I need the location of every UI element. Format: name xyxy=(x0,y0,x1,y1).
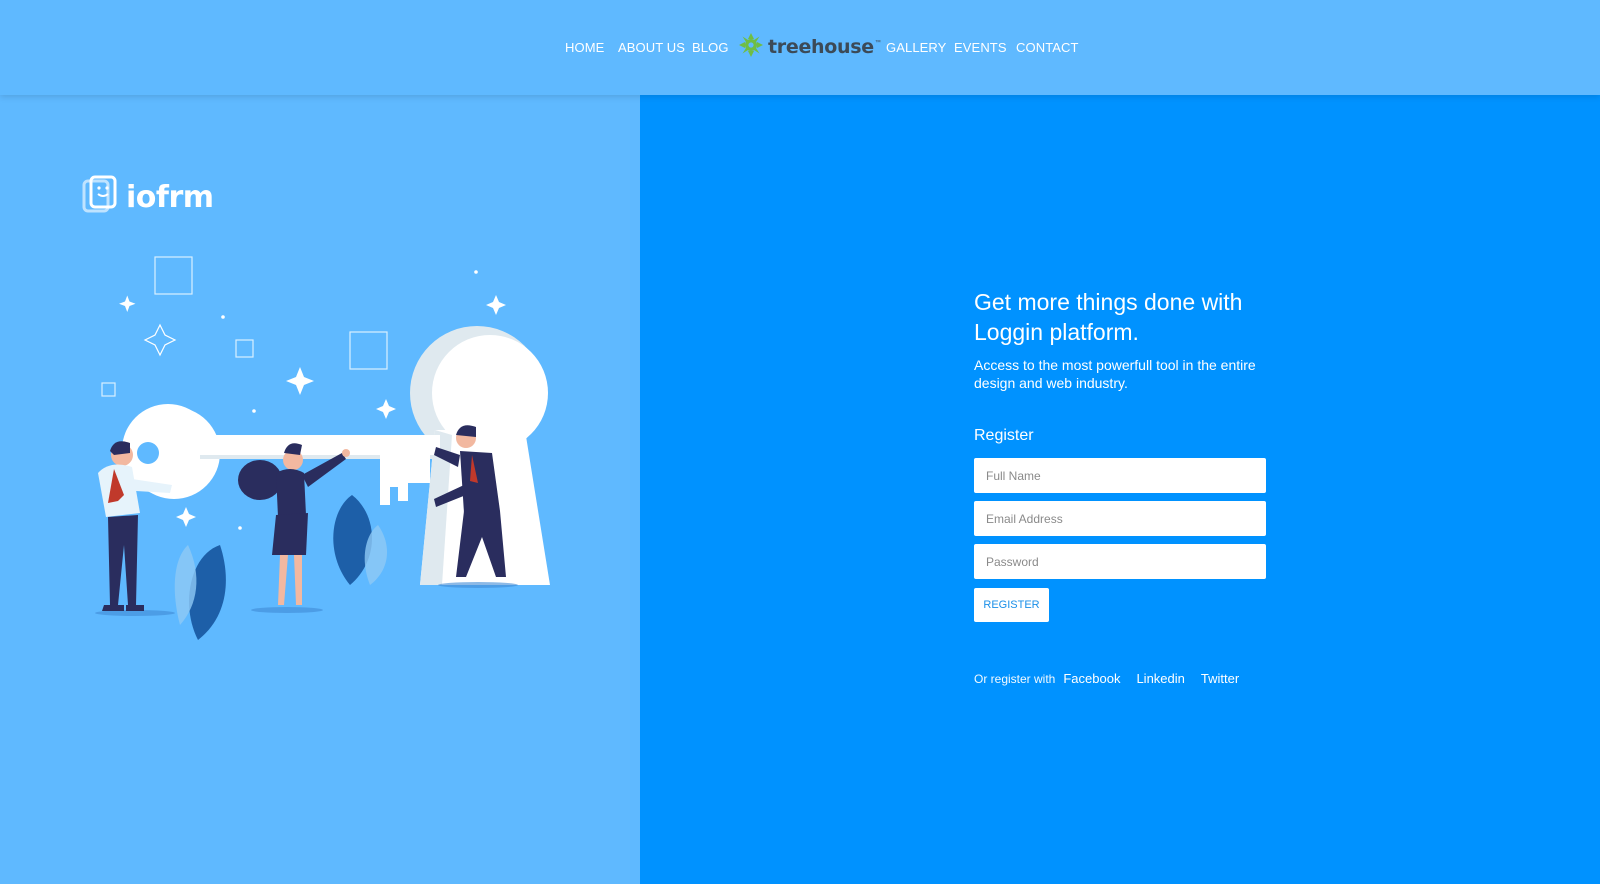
iofrm-logo-text: iofrm xyxy=(126,180,214,215)
treehouse-logo[interactable]: treehouse ™ xyxy=(738,32,881,62)
brand-trademark: ™ xyxy=(874,40,881,46)
brand-name: treehouse xyxy=(768,36,874,58)
key-illustration xyxy=(80,255,560,660)
nav-blog[interactable]: BLOG xyxy=(692,40,729,55)
register-form: Get more things done with Loggin platfor… xyxy=(974,287,1266,686)
linkedin-link[interactable]: Linkedin xyxy=(1136,671,1184,686)
twitter-link[interactable]: Twitter xyxy=(1201,671,1239,686)
iofrm-logo-icon xyxy=(82,175,120,220)
form-subline: Access to the most powerfull tool in the… xyxy=(974,357,1256,391)
social-prefix-text: Or register with xyxy=(974,671,1056,686)
left-panel: iofrm xyxy=(0,95,640,884)
treehouse-leaf-icon xyxy=(738,32,764,63)
form-title: Register xyxy=(974,427,1034,444)
nav-contact[interactable]: CONTACT xyxy=(1016,40,1079,55)
nav-home[interactable]: HOME xyxy=(565,40,604,55)
facebook-link[interactable]: Facebook xyxy=(1063,671,1120,686)
nav-gallery[interactable]: GALLERY xyxy=(886,40,946,55)
email-field[interactable] xyxy=(974,501,1266,536)
right-panel: Get more things done with Loggin platfor… xyxy=(640,95,1600,884)
social-register: Or register with Facebook Linkedin Twitt… xyxy=(974,671,1266,686)
nav-about-us[interactable]: ABOUT US xyxy=(618,40,685,55)
password-field[interactable] xyxy=(974,544,1266,579)
register-button[interactable]: REGISTER xyxy=(974,588,1049,622)
form-headline: Get more things done with Loggin platfor… xyxy=(974,289,1243,345)
full-name-field[interactable] xyxy=(974,458,1266,493)
nav-events[interactable]: EVENTS xyxy=(954,40,1007,55)
iofrm-logo: iofrm xyxy=(82,175,214,220)
top-navigation: HOME ABOUT US BLOG treehouse ™ GALLERY E… xyxy=(0,0,1600,95)
